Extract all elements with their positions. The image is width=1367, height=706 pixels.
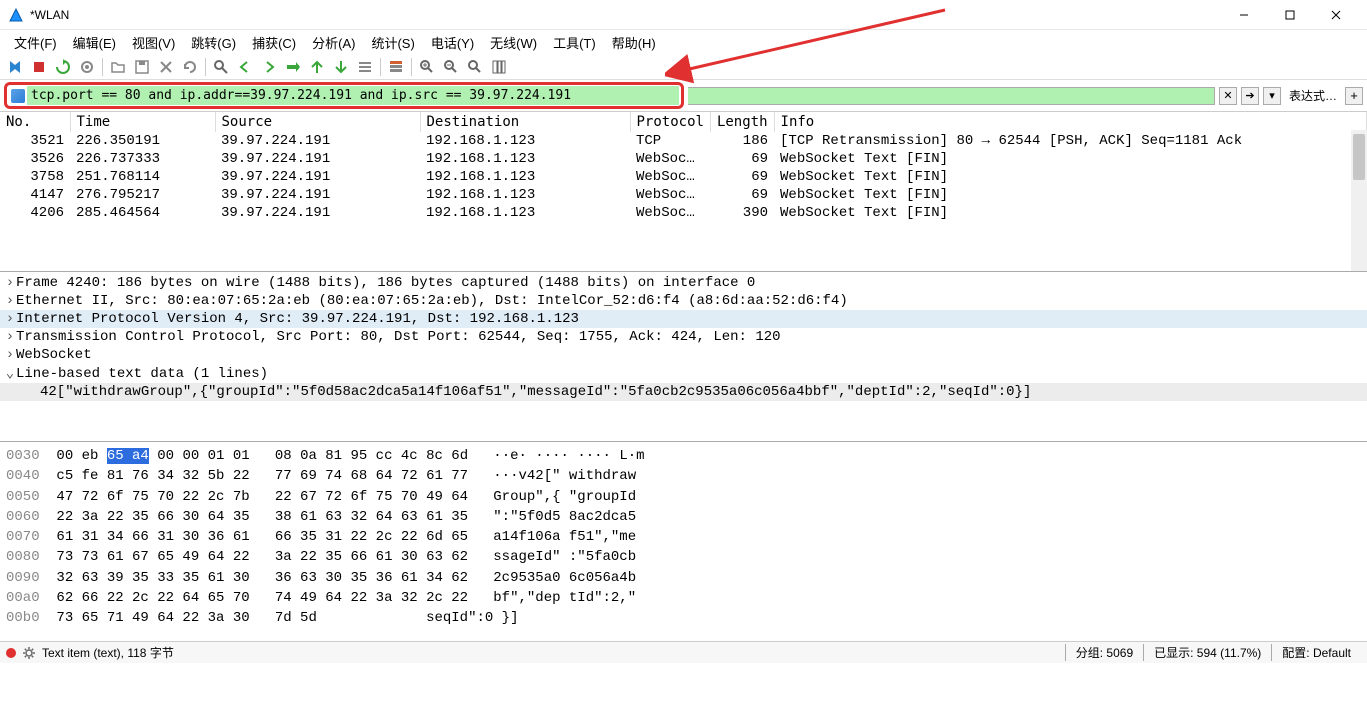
column-info[interactable]: Info [774,112,1366,132]
toolbar [0,54,1367,80]
tree-leaf[interactable]: 42["withdrawGroup",{"groupId":"5f0d58ac2… [0,383,1367,401]
apply-filter-button[interactable]: ➔ [1241,87,1259,105]
resize-columns-icon[interactable] [488,56,510,78]
collapse-icon[interactable]: ⌄ [4,365,16,382]
filter-bar: ✕ ➔ ▾ 表达式… + [0,80,1367,111]
expand-icon[interactable]: › [4,293,16,309]
menu-help[interactable]: 帮助(H) [604,31,664,54]
menu-tools[interactable]: 工具(T) [545,31,604,54]
column-time[interactable]: Time [70,112,215,132]
close-file-icon[interactable] [155,56,177,78]
expand-icon[interactable]: › [4,347,16,363]
tree-item[interactable]: ›WebSocket [0,346,1367,364]
menu-file[interactable]: 文件(F) [6,31,65,54]
expert-info-icon[interactable] [6,648,16,658]
minimize-button[interactable] [1221,0,1267,30]
table-row[interactable]: 3758251.76811439.97.224.191192.168.1.123… [0,168,1367,186]
hex-row[interactable]: 0060 22 3a 22 35 66 30 64 35 38 61 63 32… [6,507,1361,527]
tree-item[interactable]: ›Ethernet II, Src: 80:ea:07:65:2a:eb (80… [0,292,1367,310]
add-filter-button[interactable]: + [1345,87,1363,105]
window-title: *WLAN [30,8,1221,22]
column-source[interactable]: Source [215,112,420,132]
hex-row[interactable]: 0090 32 63 39 35 33 35 61 30 36 63 30 35… [6,568,1361,588]
open-file-icon[interactable] [107,56,129,78]
hex-row[interactable]: 0040 c5 fe 81 76 34 32 5b 22 77 69 74 68… [6,466,1361,486]
zoom-reset-icon[interactable] [464,56,486,78]
gear-icon[interactable] [22,646,36,660]
status-text: Text item (text), 118 字节 [42,644,1065,661]
separator [205,58,206,76]
display-filter-input[interactable] [27,86,679,105]
tree-item[interactable]: ⌄Line-based text data (1 lines) [0,364,1367,383]
hex-row[interactable]: 00b0 73 65 71 49 64 22 3a 30 7d 5d seqId… [6,608,1361,628]
hex-dump-pane[interactable]: 0030 00 eb 65 a4 00 00 01 01 08 0a 81 95… [0,441,1367,641]
hex-row[interactable]: 0030 00 eb 65 a4 00 00 01 01 08 0a 81 95… [6,446,1361,466]
expand-icon[interactable]: › [4,329,16,345]
separator [411,58,412,76]
expand-icon[interactable]: › [4,275,16,291]
menu-view[interactable]: 视图(V) [124,31,183,54]
window-controls [1221,0,1359,30]
clear-filter-button[interactable]: ✕ [1219,87,1237,105]
filter-field-remainder[interactable] [688,87,1215,105]
table-row[interactable]: 3526226.73733339.97.224.191192.168.1.123… [0,150,1367,168]
separator [102,58,103,76]
start-capture-icon[interactable] [4,56,26,78]
table-row[interactable]: 3521226.35019139.97.224.191192.168.1.123… [0,132,1367,150]
column-no[interactable]: No. [0,112,70,132]
column-protocol[interactable]: Protocol [630,112,710,132]
menu-edit[interactable]: 编辑(E) [65,31,124,54]
filter-highlight-box [4,82,684,109]
menu-wireless[interactable]: 无线(W) [482,31,545,54]
restart-capture-icon[interactable] [52,56,74,78]
go-last-icon[interactable] [330,56,352,78]
save-file-icon[interactable] [131,56,153,78]
tree-item[interactable]: ›Transmission Control Protocol, Src Port… [0,328,1367,346]
go-first-icon[interactable] [306,56,328,78]
table-row[interactable]: 4206285.46456439.97.224.191192.168.1.123… [0,204,1367,222]
menubar: 文件(F) 编辑(E) 视图(V) 跳转(G) 捕获(C) 分析(A) 统计(S… [0,30,1367,54]
tree-item-selected[interactable]: ›Internet Protocol Version 4, Src: 39.97… [0,310,1367,328]
reload-icon[interactable] [179,56,201,78]
scrollbar[interactable] [1351,130,1367,271]
capture-options-icon[interactable] [76,56,98,78]
stop-capture-icon[interactable] [28,56,50,78]
go-back-icon[interactable] [234,56,256,78]
menu-stats[interactable]: 统计(S) [363,31,422,54]
status-packets: 分组: 5069 [1065,644,1143,661]
menu-go[interactable]: 跳转(G) [183,31,244,54]
table-row[interactable]: 4147276.79521739.97.224.191192.168.1.123… [0,186,1367,204]
statusbar: Text item (text), 118 字节 分组: 5069 已显示: 5… [0,641,1367,663]
menu-capture[interactable]: 捕获(C) [244,31,304,54]
packet-details-pane[interactable]: ›Frame 4240: 186 bytes on wire (1488 bit… [0,271,1367,441]
column-length[interactable]: Length [710,112,774,132]
expression-button[interactable]: 表达式… [1285,87,1341,104]
menu-analyze[interactable]: 分析(A) [304,31,363,54]
hex-row[interactable]: 0080 73 73 61 67 65 49 64 22 3a 22 35 66… [6,547,1361,567]
find-icon[interactable] [210,56,232,78]
goto-packet-icon[interactable] [282,56,304,78]
separator [380,58,381,76]
titlebar: *WLAN [0,0,1367,30]
go-forward-icon[interactable] [258,56,280,78]
zoom-in-icon[interactable] [416,56,438,78]
hex-row[interactable]: 00a0 62 66 22 2c 22 64 65 70 74 49 64 22… [6,588,1361,608]
tree-item[interactable]: ›Frame 4240: 186 bytes on wire (1488 bit… [0,274,1367,292]
status-profile[interactable]: 配置: Default [1271,644,1361,661]
recent-filter-button[interactable]: ▾ [1263,87,1281,105]
menu-telephony[interactable]: 电话(Y) [423,31,482,54]
packet-list-pane[interactable]: No. Time Source Destination Protocol Len… [0,111,1367,271]
colorize-icon[interactable] [385,56,407,78]
maximize-button[interactable] [1267,0,1313,30]
zoom-out-icon[interactable] [440,56,462,78]
expand-icon[interactable]: › [4,311,16,327]
bookmark-icon[interactable] [11,89,25,103]
hex-row[interactable]: 0070 61 31 34 66 31 30 36 61 66 35 31 22… [6,527,1361,547]
autoscroll-icon[interactable] [354,56,376,78]
status-displayed: 已显示: 594 (11.7%) [1143,644,1271,661]
app-icon [8,7,24,23]
close-button[interactable] [1313,0,1359,30]
hex-row[interactable]: 0050 47 72 6f 75 70 22 2c 7b 22 67 72 6f… [6,487,1361,507]
column-destination[interactable]: Destination [420,112,630,132]
